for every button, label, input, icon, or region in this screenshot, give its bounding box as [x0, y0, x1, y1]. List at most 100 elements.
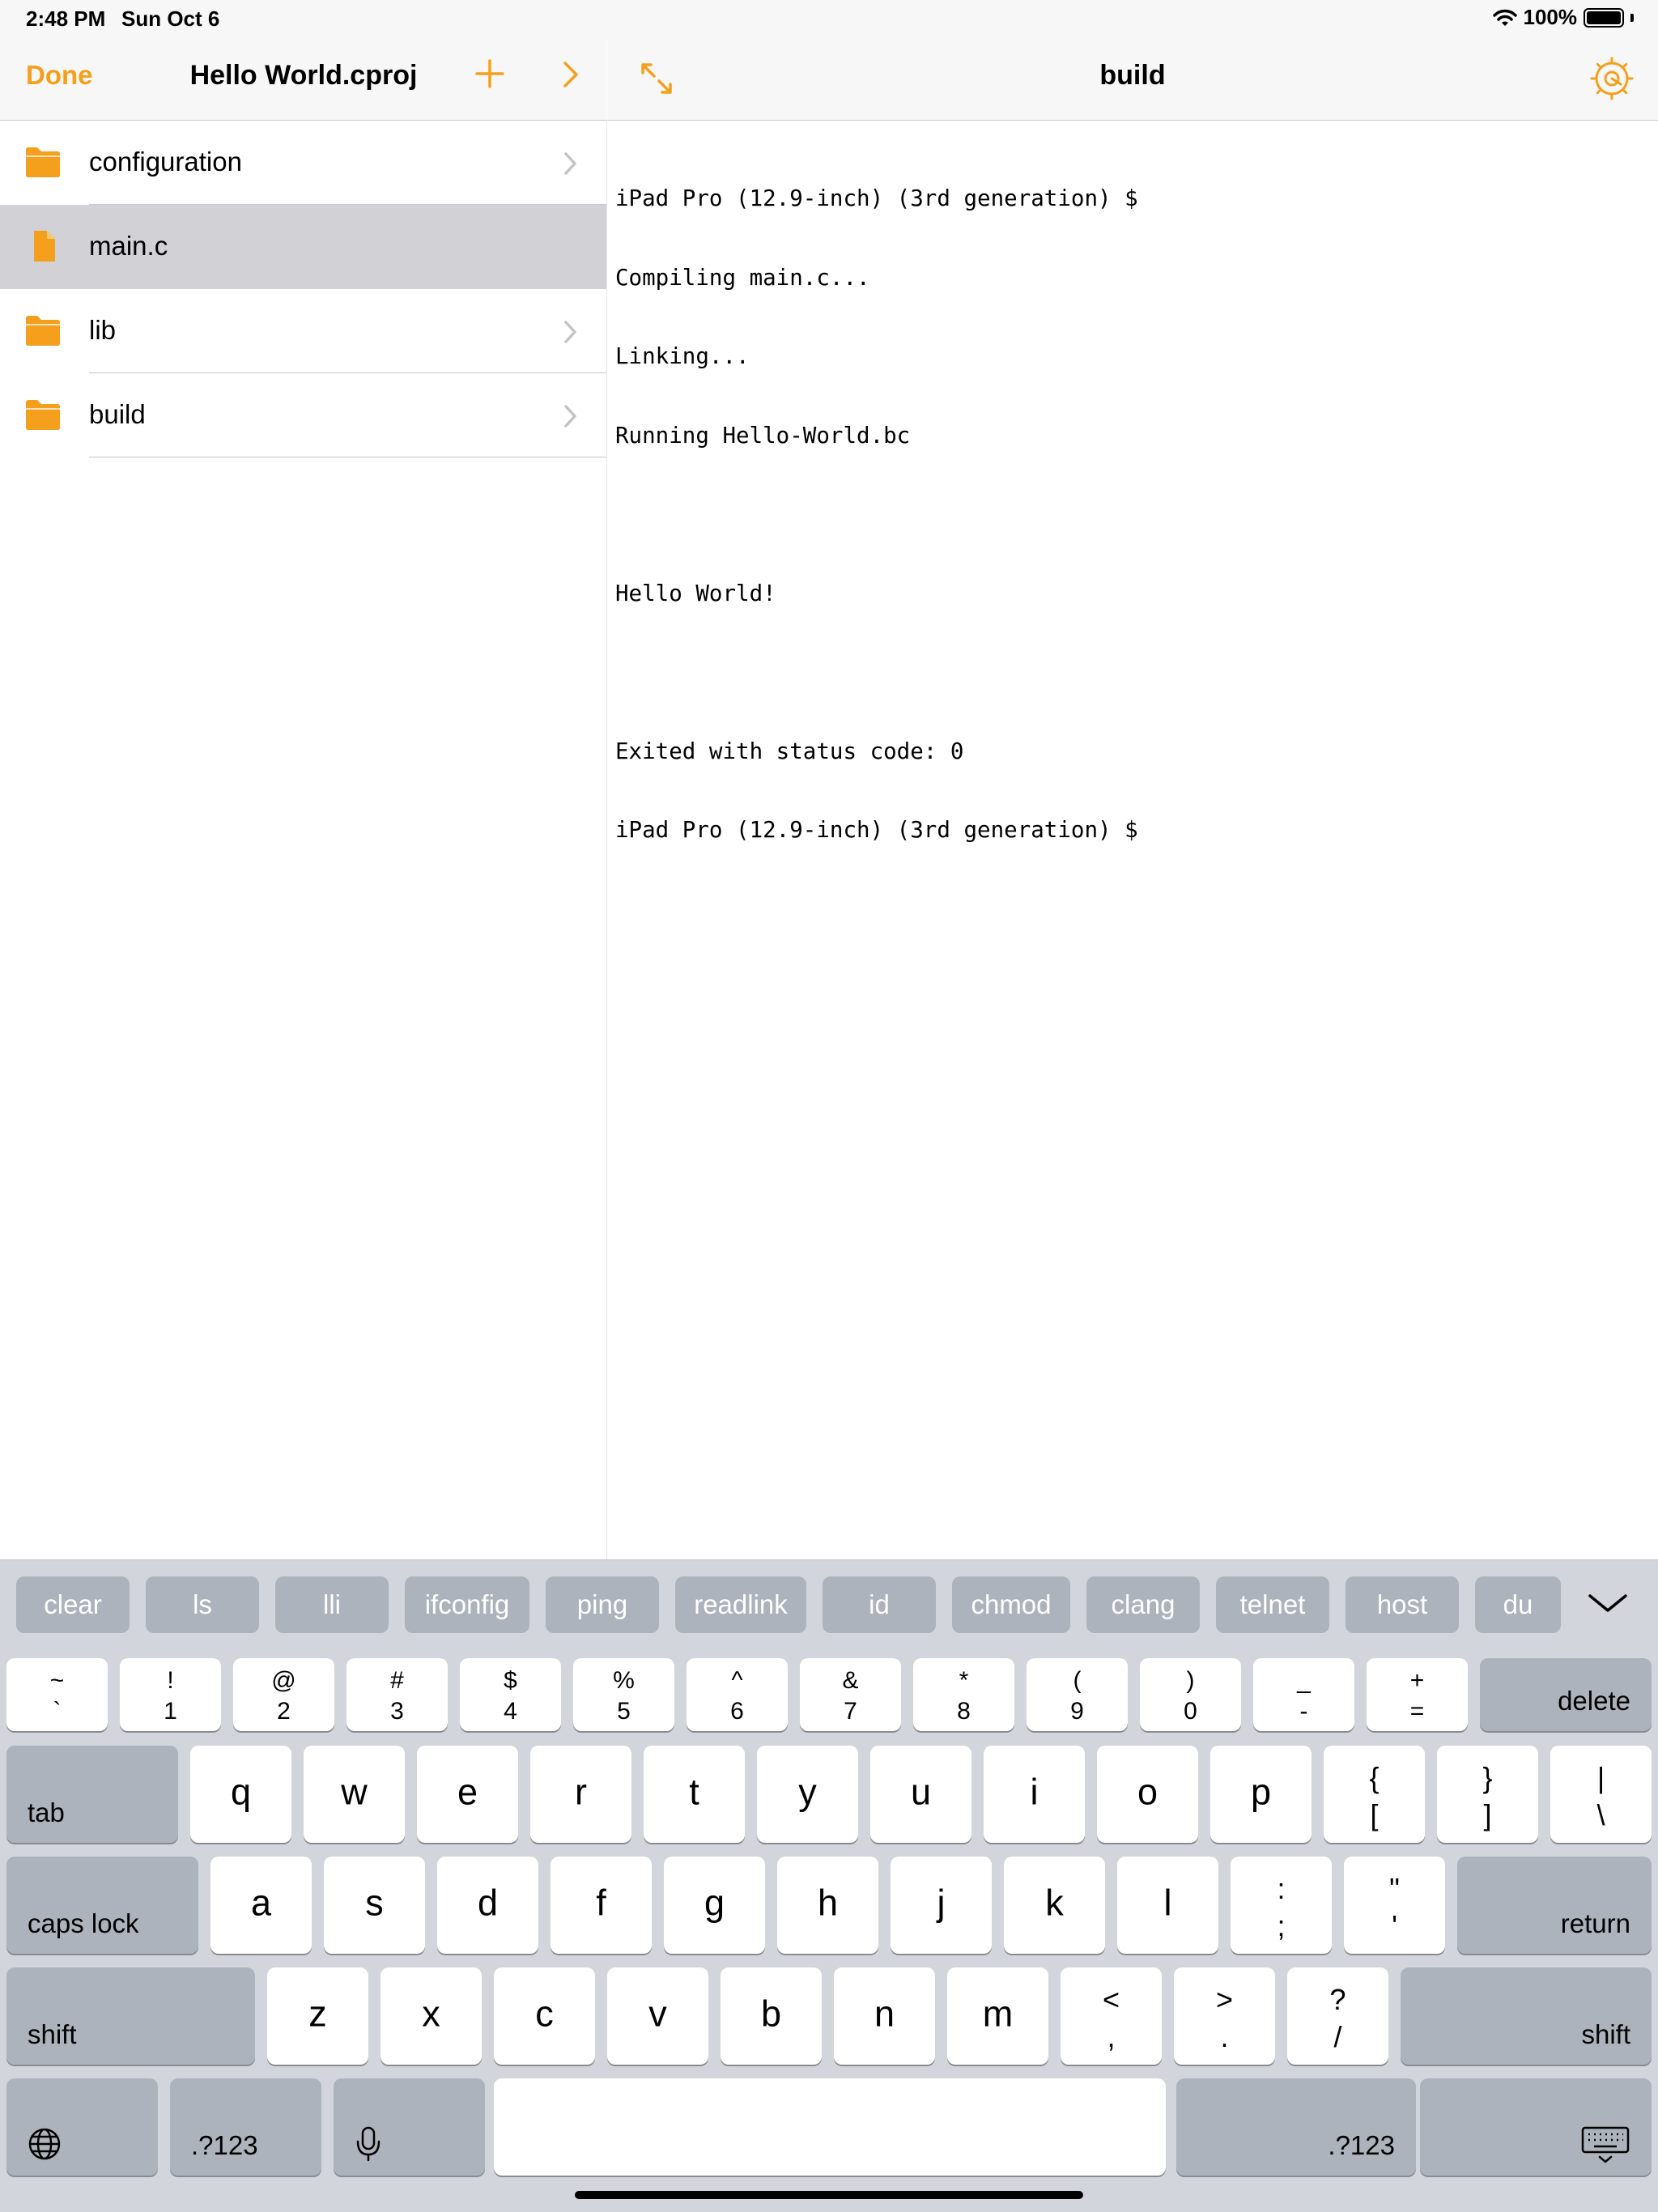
key-6[interactable]: ^ 6 — [687, 1658, 788, 1731]
key-k[interactable]: k — [1004, 1857, 1105, 1954]
battery-percent: 100% — [1523, 5, 1578, 29]
caps-lock-key[interactable]: caps lock — [6, 1857, 198, 1954]
key-slash[interactable]: ? / — [1287, 1967, 1388, 2065]
key-r[interactable]: r — [530, 1746, 631, 1843]
key-bracket-left[interactable]: {[ — [1324, 1746, 1425, 1843]
key-top-char: < — [1102, 1983, 1120, 2016]
key-o[interactable]: o — [1097, 1746, 1198, 1843]
key-bottom-char: ' — [1392, 1909, 1397, 1942]
gear-icon[interactable] — [1588, 55, 1635, 102]
key-w[interactable]: w — [304, 1746, 405, 1843]
key-x[interactable]: x — [380, 1967, 482, 2065]
key-char: p — [1250, 1771, 1272, 1813]
key-2[interactable]: @2 — [233, 1658, 334, 1731]
key-bottom-char: \ — [1596, 1798, 1605, 1831]
globe-key[interactable] — [6, 2078, 158, 2176]
suggestion-clang[interactable]: clang — [1086, 1576, 1200, 1633]
key-i[interactable]: i — [984, 1746, 1085, 1843]
suggestion-lli[interactable]: lli — [275, 1576, 389, 1633]
key-9[interactable]: (9 — [1027, 1658, 1128, 1731]
chevron-down-icon[interactable] — [1584, 1583, 1632, 1623]
return-key[interactable]: return — [1457, 1857, 1652, 1954]
key-top-char: ! — [167, 1667, 174, 1694]
key-tilde[interactable]: ~ ` — [6, 1658, 108, 1731]
key-g[interactable]: g — [664, 1857, 765, 1954]
key-char: b — [760, 1993, 782, 2035]
key-char: w — [341, 1771, 368, 1813]
key-bracket-right[interactable]: }] — [1437, 1746, 1538, 1843]
plus-icon[interactable] — [470, 53, 510, 94]
home-indicator[interactable] — [575, 2191, 1083, 2199]
key-bottom-char: 2 — [277, 1698, 291, 1725]
hide-keyboard-key[interactable] — [1420, 2078, 1652, 2176]
key-bottom-char: ` — [53, 1698, 62, 1725]
suggestion-clear[interactable]: clear — [16, 1576, 130, 1633]
key-quote[interactable]: " ' — [1344, 1857, 1445, 1954]
key-semicolon[interactable]: :; — [1231, 1857, 1332, 1954]
suggestion-du[interactable]: du — [1475, 1576, 1561, 1633]
key-1[interactable]: ! 1 — [120, 1658, 221, 1731]
key-b[interactable]: b — [721, 1967, 822, 2065]
chevron-right-icon[interactable] — [551, 55, 589, 94]
key-m[interactable]: m — [947, 1967, 1048, 2065]
key-backslash[interactable]: | \ — [1550, 1746, 1652, 1843]
key-0[interactable]: ) 0 — [1140, 1658, 1241, 1731]
key-l[interactable]: l — [1117, 1857, 1218, 1954]
key-minus[interactable]: _ - — [1253, 1658, 1354, 1731]
tab-key[interactable]: tab — [6, 1746, 178, 1843]
suggestion-ping[interactable]: ping — [546, 1576, 659, 1633]
numbers-right-key[interactable]: .?123 — [1176, 2078, 1416, 2176]
key-v[interactable]: v — [607, 1967, 708, 2065]
key-char: l — [1163, 1882, 1172, 1924]
key-top-char: > — [1215, 1983, 1234, 2016]
suggestion-telnet[interactable]: telnet — [1216, 1576, 1329, 1633]
file-name: build — [89, 399, 146, 429]
key-3[interactable]: #3 — [346, 1658, 448, 1731]
key-equals[interactable]: + = — [1367, 1658, 1468, 1731]
key-comma[interactable]: <, — [1061, 1967, 1162, 2065]
key-period[interactable]: >. — [1174, 1967, 1275, 2065]
file-row-build[interactable]: build — [0, 373, 606, 457]
key-y[interactable]: y — [757, 1746, 858, 1843]
key-h[interactable]: h — [777, 1857, 878, 1954]
key-s[interactable]: s — [324, 1857, 425, 1954]
key-a[interactable]: a — [210, 1857, 312, 1954]
file-row-lib[interactable]: lib — [0, 289, 606, 373]
suggestion-host[interactable]: host — [1346, 1576, 1459, 1633]
key-8[interactable]: * 8 — [913, 1658, 1014, 1731]
key-top-char: ~ — [49, 1667, 65, 1694]
key-f[interactable]: f — [551, 1857, 652, 1954]
key-5[interactable]: % 5 — [573, 1658, 674, 1731]
terminal-output[interactable]: iPad Pro (12.9-inch) (3rd generation) $ … — [615, 133, 1643, 870]
key-d[interactable]: d — [437, 1857, 538, 1954]
key-j[interactable]: j — [891, 1857, 992, 1954]
shift-right-key[interactable]: shift — [1401, 1967, 1652, 2065]
suggestion-readlink[interactable]: readlink — [675, 1576, 806, 1633]
key-z[interactable]: z — [267, 1967, 368, 2065]
done-button[interactable]: Done — [26, 60, 93, 91]
key-u[interactable]: u — [870, 1746, 971, 1843]
key-n[interactable]: n — [834, 1967, 935, 2065]
shift-left-key[interactable]: shift — [6, 1967, 255, 2065]
suggestion-ifconfig[interactable]: ifconfig — [405, 1576, 529, 1633]
file-row-main-c[interactable]: main.c — [0, 205, 606, 289]
suggestion-chmod[interactable]: chmod — [952, 1576, 1070, 1633]
key-q[interactable]: q — [190, 1746, 291, 1843]
numbers-left-key[interactable]: .?123 — [170, 2078, 321, 2176]
key-c[interactable]: c — [494, 1967, 595, 2065]
key-7[interactable]: & 7 — [800, 1658, 901, 1731]
terminal-line: Running Hello-World.bc — [615, 422, 911, 449]
delete-key[interactable]: delete — [1480, 1658, 1652, 1731]
key-char: x — [422, 1993, 440, 2035]
space-key[interactable] — [494, 2078, 1166, 2176]
key-label: delete — [1558, 1686, 1630, 1716]
suggestion-id[interactable]: id — [823, 1576, 936, 1633]
suggestion-ls[interactable]: ls — [146, 1576, 259, 1633]
key-p[interactable]: p — [1210, 1746, 1312, 1843]
key-4[interactable]: $4 — [460, 1658, 561, 1731]
key-e[interactable]: e — [417, 1746, 518, 1843]
file-row-configuration[interactable]: configuration — [0, 121, 606, 205]
dictation-key[interactable] — [334, 2078, 485, 2176]
key-t[interactable]: t — [644, 1746, 745, 1843]
